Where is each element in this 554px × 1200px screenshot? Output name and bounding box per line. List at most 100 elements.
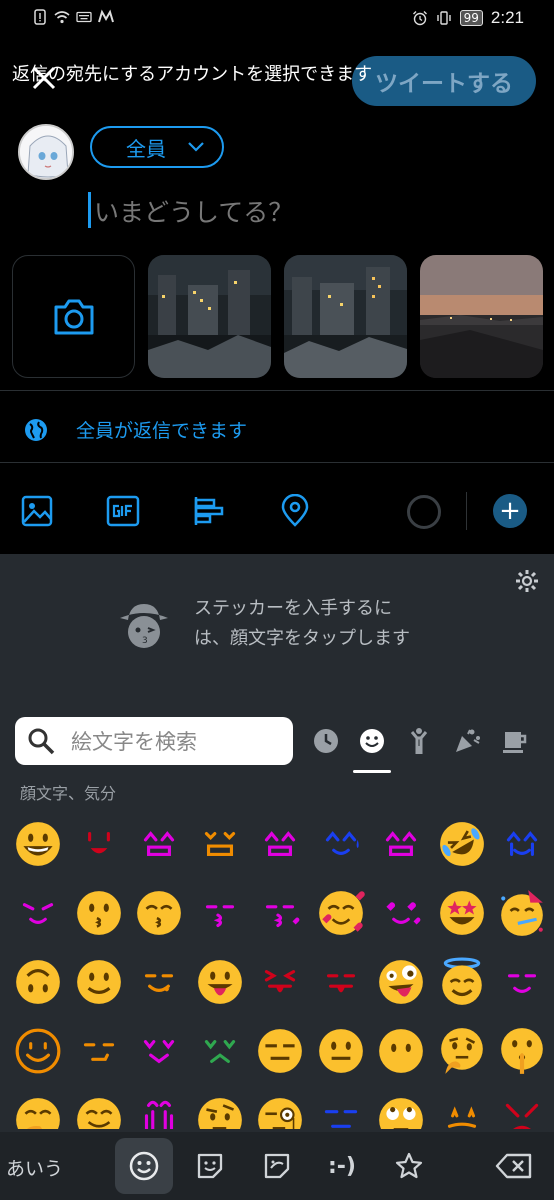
emoji-hand-over-mouth[interactable]	[8, 1085, 69, 1129]
emoji-kaomoji-red-x[interactable]	[492, 1085, 553, 1129]
emoji-kaomoji-magenta-smile[interactable]	[492, 947, 553, 1016]
keyboard-icon	[76, 11, 92, 23]
kissing-icon	[76, 890, 121, 935]
emoji-raised-eyebrow[interactable]	[190, 1085, 251, 1129]
location-icon[interactable]	[278, 494, 312, 528]
emoji-shushing[interactable]	[492, 1016, 553, 1085]
emoji-kaomoji-red-squint-tongue[interactable]	[250, 947, 311, 1016]
emoji-monocle[interactable]	[250, 1085, 311, 1129]
emoji-kaomoji-magenta[interactable]	[371, 809, 432, 878]
kaomoji-orange-smile-icon	[15, 1028, 61, 1073]
grinning-icon	[16, 821, 61, 866]
night-skyline-thumbnail	[420, 255, 543, 378]
wifi-icon	[54, 11, 70, 24]
emoji-search-input[interactable]: 絵文字を検索	[15, 717, 293, 765]
emoji-expressionless[interactable]	[250, 1016, 311, 1085]
smiling-hands-icon	[76, 1097, 121, 1129]
emoticon-tab[interactable]: :-)	[322, 1146, 362, 1186]
emoji-halo[interactable]	[432, 947, 493, 1016]
recent-photo-3[interactable]	[420, 255, 543, 378]
food-category-icon[interactable]	[500, 726, 530, 756]
image-icon[interactable]	[20, 494, 54, 528]
emoji-rolling-eyes[interactable]	[371, 1085, 432, 1129]
emoji-kaomoji-blue-cry[interactable]	[492, 809, 553, 878]
emoji-kaomoji-orange-stars[interactable]	[432, 1085, 493, 1129]
sticker-tab[interactable]	[190, 1146, 230, 1186]
ime-switch-button[interactable]: あいう	[6, 1154, 63, 1181]
emoji-partying[interactable]	[492, 878, 553, 947]
kaomoji-red-squint-tongue-icon	[265, 969, 296, 992]
person-category-icon[interactable]	[404, 726, 434, 756]
kaomoji-orange-stars-icon	[447, 1105, 476, 1128]
smiley-category-icon[interactable]	[357, 726, 387, 756]
emoji-row	[8, 809, 554, 878]
recent-photo-1[interactable]	[148, 255, 271, 378]
kaomoji-blue-cry-icon	[507, 830, 538, 856]
avatar[interactable]	[18, 124, 74, 180]
emoji-kaomoji-magenta-kiss[interactable]	[190, 878, 251, 947]
emoji-kaomoji-magenta[interactable]	[250, 809, 311, 878]
emoji-kissing[interactable]	[69, 878, 130, 947]
cowboy-sticker-icon: 3	[120, 604, 168, 648]
audience-selector[interactable]: 全員	[90, 126, 224, 168]
emoji-zany[interactable]	[371, 947, 432, 1016]
gear-icon[interactable]	[514, 568, 540, 594]
celebration-category-icon[interactable]	[452, 726, 482, 756]
emoji-kaomoji-green-frown[interactable]	[190, 1016, 251, 1085]
emoji-thinking[interactable]	[432, 1016, 493, 1085]
animated-sticker-icon	[264, 1153, 290, 1179]
emoji-star-struck[interactable]	[432, 878, 493, 947]
media-picker-row	[12, 255, 543, 378]
gif-icon[interactable]	[106, 494, 140, 528]
emoji-kaomoji-magenta-grin[interactable]	[129, 1016, 190, 1085]
recent-photo-2[interactable]	[284, 255, 407, 378]
emoji-smiling-hands[interactable]	[69, 1085, 130, 1129]
emoji-tab[interactable]	[115, 1138, 173, 1194]
emoji-kaomoji-magenta-hands[interactable]	[129, 1085, 190, 1129]
emoji-kaomoji-orange[interactable]	[190, 809, 251, 878]
emoji-rolling-laughing[interactable]	[432, 809, 493, 878]
poll-icon[interactable]	[192, 494, 226, 528]
emoji-kaomoji-magenta-wink[interactable]	[8, 878, 69, 947]
add-thread-button[interactable]: +	[493, 494, 527, 528]
sticker-icon	[197, 1153, 223, 1179]
emoji-kaomoji-orange-smile[interactable]	[8, 1016, 69, 1085]
star-icon	[395, 1152, 423, 1179]
smiley-icon	[129, 1151, 159, 1181]
search-placeholder: 絵文字を検索	[71, 730, 197, 754]
emoji-kaomoji-magenta[interactable]	[129, 809, 190, 878]
tweet-text-input[interactable]: いまどうしてる？	[94, 193, 293, 229]
emoji-kaomoji-orange-smirk[interactable]	[69, 1016, 130, 1085]
emoji-row	[8, 1085, 554, 1129]
emoji-kaomoji-blue-flat[interactable]	[311, 1085, 372, 1129]
emoji-row	[8, 878, 554, 947]
emoji-kaomoji-magenta-heart-eyes[interactable]	[371, 878, 432, 947]
emoji-kaomoji-blue-sweat[interactable]	[311, 809, 372, 878]
sim-alert-icon	[34, 9, 46, 25]
emoji-kaomoji-orange-yum[interactable]	[129, 947, 190, 1016]
emoji-kaomoji-red[interactable]	[69, 809, 130, 878]
emoji-kaomoji-magenta-kiss-heart[interactable]	[250, 878, 311, 947]
emoji-kaomoji-red-tongue[interactable]	[311, 947, 372, 1016]
emoji-tongue-out[interactable]	[190, 947, 251, 1016]
emoji-kissing-smiling-eyes[interactable]	[129, 878, 190, 947]
camera-tile[interactable]	[12, 255, 135, 378]
gif-sticker-tab[interactable]	[257, 1146, 297, 1186]
emoji-upside-down[interactable]	[8, 947, 69, 1016]
character-count-ring	[407, 495, 441, 529]
emoji-no-mouth[interactable]	[371, 1016, 432, 1085]
kaomoji-red-tongue-icon	[326, 973, 355, 992]
favorites-tab[interactable]	[389, 1146, 429, 1186]
emoji-neutral[interactable]	[311, 1016, 372, 1085]
emoji-grinning[interactable]	[8, 809, 69, 878]
emoji-slightly-smiling[interactable]	[69, 947, 130, 1016]
emoji-smiling-hearts[interactable]	[311, 878, 372, 947]
recent-clock-icon[interactable]	[311, 726, 341, 756]
kaomoji-magenta-hands-icon	[145, 1100, 174, 1129]
backspace-button[interactable]	[494, 1146, 534, 1186]
reply-setting[interactable]: 全員が返信できます	[24, 416, 247, 443]
alarm-icon	[412, 11, 427, 26]
smiling-hearts-icon	[318, 890, 365, 935]
tweet-button[interactable]: ツイートする	[352, 56, 536, 106]
divider	[466, 492, 467, 530]
